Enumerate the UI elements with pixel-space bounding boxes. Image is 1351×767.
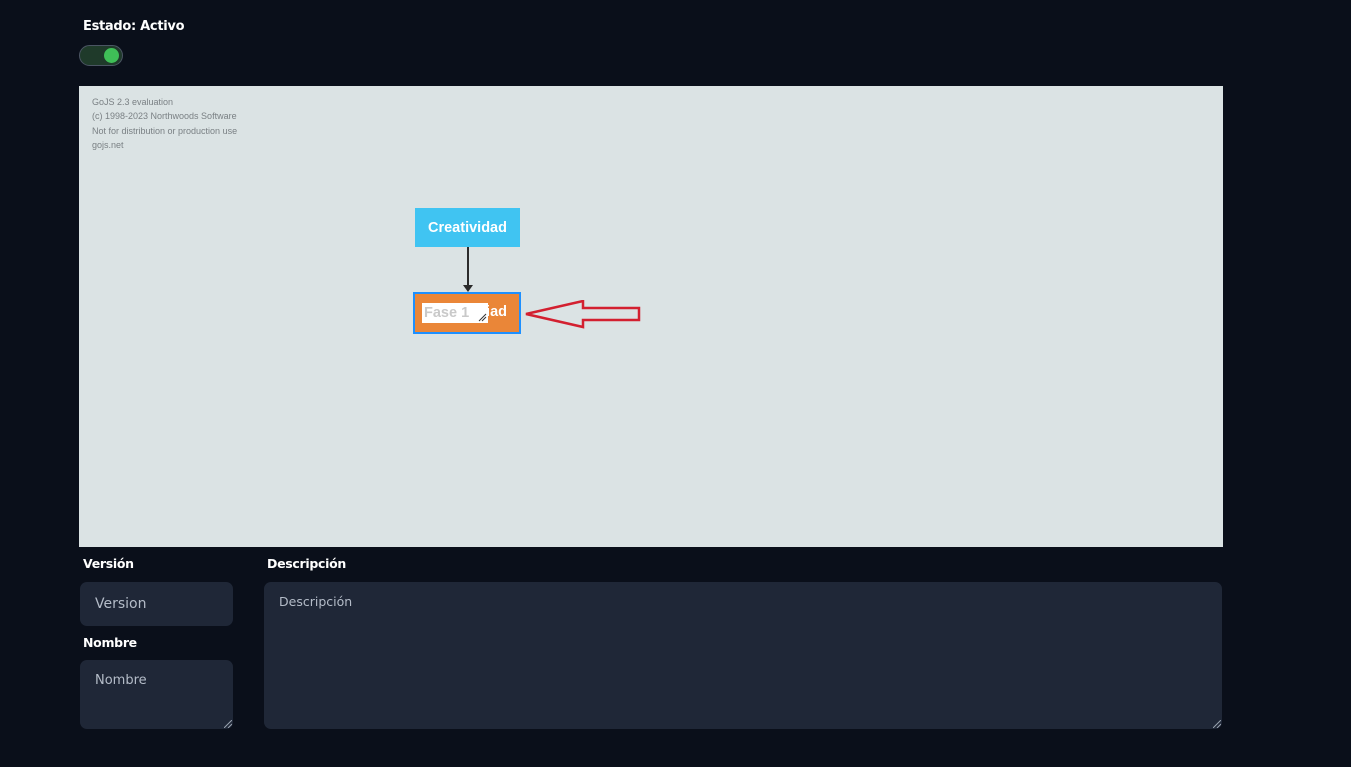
link-arrowhead-icon xyxy=(463,285,473,292)
node-fase-selected[interactable]: iad xyxy=(413,292,521,334)
node-creatividad-label: Creatividad xyxy=(428,219,507,236)
gojs-watermark: GoJS 2.3 evaluation (c) 1998-2023 Northw… xyxy=(92,95,237,152)
status-toggle[interactable] xyxy=(79,45,123,66)
watermark-line: Not for distribution or production use xyxy=(92,125,238,136)
red-arrow-left-icon xyxy=(525,300,641,329)
node-creatividad[interactable]: Creatividad xyxy=(415,208,520,247)
toggle-knob xyxy=(104,48,119,63)
watermark-line: GoJS 2.3 evaluation xyxy=(92,97,174,107)
nombre-label: Nombre xyxy=(83,635,137,650)
node-fase-label: iad xyxy=(486,304,507,320)
version-input[interactable] xyxy=(80,582,233,626)
resize-grip-icon[interactable] xyxy=(1213,720,1221,728)
diagram-canvas[interactable]: GoJS 2.3 evaluation (c) 1998-2023 Northw… xyxy=(79,86,1223,547)
nombre-textarea[interactable] xyxy=(80,660,233,729)
version-label: Versión xyxy=(83,556,134,571)
watermark-line: gojs.net xyxy=(92,139,124,150)
descripcion-textarea[interactable] xyxy=(264,582,1222,729)
resize-grip-icon[interactable] xyxy=(224,720,232,728)
descripcion-label: Descripción xyxy=(267,556,346,571)
watermark-line: (c) 1998-2023 Northwoods Software xyxy=(92,111,237,122)
status-label: Estado: Activo xyxy=(83,19,185,34)
resize-grip-icon[interactable] xyxy=(478,313,487,322)
node-link[interactable] xyxy=(467,247,469,289)
